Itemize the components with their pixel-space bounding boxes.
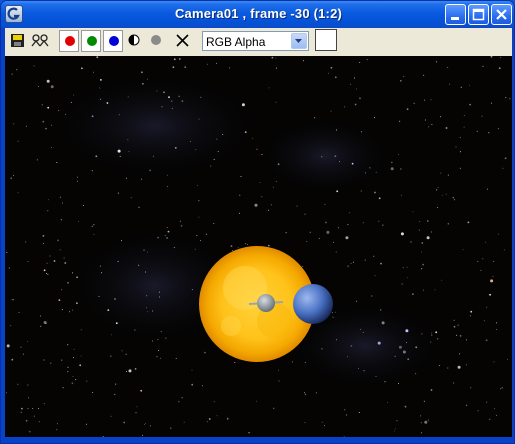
render-window: Camera01 , frame -30 (1:2) RGB Alpha <box>0 0 515 444</box>
close-button[interactable] <box>491 4 512 25</box>
blue-planet <box>293 284 333 324</box>
channel-display-value: RGB Alpha <box>206 35 266 49</box>
window-bottom-border <box>1 437 514 443</box>
save-image-button[interactable] <box>9 30 27 52</box>
dropdown-arrow-button[interactable] <box>291 33 307 49</box>
channel-display-select[interactable]: RGB Alpha <box>202 31 309 51</box>
blue-channel-button[interactable] <box>103 30 123 52</box>
render-toolbar: RGB Alpha <box>5 28 512 56</box>
minimize-icon <box>451 17 459 20</box>
maximize-button[interactable] <box>468 4 489 25</box>
minimize-button[interactable] <box>445 4 466 25</box>
monochrome-button[interactable] <box>125 30 145 52</box>
green-channel-icon <box>87 36 97 46</box>
clone-icon <box>31 34 49 47</box>
color-swatch[interactable] <box>315 29 337 51</box>
small-planet <box>257 294 275 312</box>
alpha-channel-icon <box>151 35 161 45</box>
save-icon <box>11 34 24 47</box>
close-icon <box>496 9 507 20</box>
monochrome-icon <box>128 34 140 46</box>
clear-button[interactable] <box>173 30 193 52</box>
clone-window-button[interactable] <box>29 30 53 52</box>
rendered-scene <box>5 56 512 437</box>
clear-icon <box>176 34 189 47</box>
maximize-icon <box>472 8 485 21</box>
blue-channel-icon <box>109 36 119 46</box>
red-channel-icon <box>65 36 75 46</box>
render-viewport[interactable] <box>5 56 512 437</box>
title-bar[interactable]: Camera01 , frame -30 (1:2) <box>1 1 514 28</box>
green-channel-button[interactable] <box>81 30 101 52</box>
chevron-down-icon <box>295 39 302 43</box>
alpha-channel-button[interactable] <box>147 30 167 52</box>
red-channel-button[interactable] <box>59 30 79 52</box>
window-title: Camera01 , frame -30 (1:2) <box>174 6 343 21</box>
